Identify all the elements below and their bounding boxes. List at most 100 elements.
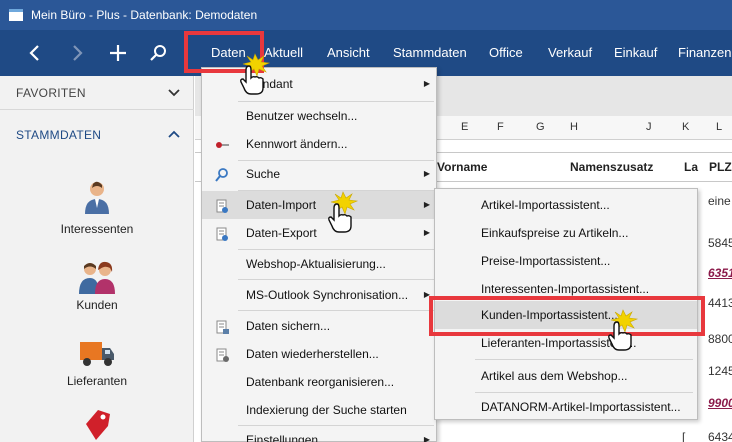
menu-item-label: Daten wiederherstellen... xyxy=(246,347,379,361)
menu-einkauf[interactable]: Einkauf xyxy=(614,30,657,76)
submenu-item-label: DATANORM-Artikel-Importassistent... xyxy=(481,400,681,414)
sidebar-item-label: Lieferanten xyxy=(66,374,128,388)
table-cell: 1245 xyxy=(708,364,732,378)
sidebar-item-artikel[interactable] xyxy=(0,406,194,442)
favorites-header[interactable]: FAVORITEN xyxy=(0,76,194,110)
menu-item-daten-wiederherstellen[interactable]: Daten wiederherstellen... xyxy=(202,340,436,368)
menu-verkauf[interactable]: Verkauf xyxy=(548,30,592,76)
restore-icon xyxy=(216,348,229,362)
menu-item-label: Daten-Import xyxy=(246,198,317,212)
people-icon xyxy=(79,261,115,294)
submenu-arrow-icon: ▶ xyxy=(423,290,430,299)
submenu-item-kunden-import[interactable]: Kunden-Importassistent... xyxy=(435,301,697,329)
menu-item-daten-import[interactable]: Daten-Import ▶ xyxy=(202,191,436,219)
menu-item-label: Webshop-Aktualisierung... xyxy=(246,257,386,271)
forward-button[interactable] xyxy=(62,38,92,68)
menu-item-daten-sichern[interactable]: Daten sichern... xyxy=(202,312,436,340)
truck-icon xyxy=(80,342,114,366)
menu-finanzen[interactable]: Finanzen xyxy=(678,30,731,76)
document-import-icon xyxy=(216,199,228,213)
menu-item-kennwort-aendern[interactable]: Kennwort ändern... xyxy=(202,130,436,158)
title-bar: Mein Büro - Plus - Datenbank: Demodaten xyxy=(0,0,732,30)
submenu-item-preise-import[interactable]: Preise-Importassistent... xyxy=(435,247,697,275)
submenu-item-datanorm-import[interactable]: DATANORM-Artikel-Importassistent... xyxy=(435,393,697,421)
menu-item-datenbank-reorganisieren[interactable]: Datenbank reorganisieren... xyxy=(202,368,436,396)
chevron-down-icon xyxy=(168,76,180,123)
stammdaten-header[interactable]: STAMMDATEN xyxy=(0,118,194,152)
submenu-item-einkaufspreise[interactable]: Einkaufspreise zu Artikeln... xyxy=(435,219,697,247)
submenu-item-artikel-webshop[interactable]: Artikel aus dem Webshop... xyxy=(435,362,697,390)
submenu-arrow-icon: ▶ xyxy=(423,228,430,237)
menu-item-suche[interactable]: Suche ▶ xyxy=(202,160,436,188)
daten-import-submenu: Artikel-Importassistent... Einkaufspreis… xyxy=(434,188,698,420)
person-icon xyxy=(85,181,109,214)
menu-item-label: Benutzer wechseln... xyxy=(246,109,358,123)
submenu-item-label: Einkaufspreise zu Artikeln... xyxy=(481,226,629,240)
header-namenszusatz[interactable]: Namenszusatz xyxy=(570,160,653,174)
separator xyxy=(238,310,434,311)
menu-item-benutzer-wechseln[interactable]: Benutzer wechseln... xyxy=(202,102,436,130)
submenu-arrow-icon: ▶ xyxy=(423,79,430,88)
table-cell-link[interactable]: 6351 xyxy=(708,266,732,280)
sidebar-item-interessenten[interactable]: Interessenten xyxy=(0,180,194,236)
submenu-item-label: Artikel-Importassistent... xyxy=(481,198,610,212)
hand-cursor-icon xyxy=(240,53,271,95)
menu-item-ms-outlook-sync[interactable]: MS-Outlook Synchronisation... ▶ xyxy=(202,281,436,309)
sidebar-item-kunden[interactable]: Kunden xyxy=(0,260,194,312)
separator xyxy=(238,279,434,280)
table-cell: [ xyxy=(682,430,686,442)
submenu-item-label: Preise-Importassistent... xyxy=(481,254,611,268)
menu-item-label: Suche xyxy=(246,167,281,181)
submenu-arrow-icon: ▶ xyxy=(423,200,430,209)
submenu-item-lieferanten-import[interactable]: Lieferanten-Importassistent... xyxy=(435,329,697,357)
window-title: Mein Büro - Plus - Datenbank: Demodaten xyxy=(31,8,258,22)
daten-dropdown-menu: Mandant ▶ Benutzer wechseln... Kennwort … xyxy=(201,67,437,442)
hand-cursor-icon xyxy=(608,309,639,351)
add-button[interactable] xyxy=(103,38,133,68)
header-la[interactable]: La xyxy=(684,160,698,174)
back-button[interactable] xyxy=(20,38,50,68)
submenu-arrow-icon: ▶ xyxy=(423,169,430,178)
col-letter: J xyxy=(646,121,652,133)
search-icon xyxy=(150,45,166,61)
search-button[interactable] xyxy=(143,38,173,68)
submenu-arrow-icon: ▶ xyxy=(423,435,430,442)
app-icon xyxy=(9,9,23,21)
magnifier-icon xyxy=(215,168,228,182)
submenu-item-artikel-import[interactable]: Artikel-Importassistent... xyxy=(435,191,697,219)
separator xyxy=(475,359,693,360)
menu-office[interactable]: Office xyxy=(489,30,523,76)
hand-cursor-icon xyxy=(328,191,359,233)
chevron-right-icon xyxy=(73,45,83,61)
col-letter: G xyxy=(536,121,545,133)
table-cell: 4413 xyxy=(708,296,732,310)
tag-icon xyxy=(86,410,110,440)
menu-item-daten-export[interactable]: Daten-Export ▶ xyxy=(202,219,436,247)
table-cell: 6434 xyxy=(708,430,732,442)
menu-item-indexierung-starten[interactable]: Indexierung der Suche starten xyxy=(202,396,436,424)
menu-item-webshop-aktualisierung[interactable]: Webshop-Aktualisierung... xyxy=(202,250,436,278)
menu-item-einstellungen[interactable]: Einstellungen ▶ xyxy=(202,426,436,442)
col-letter: F xyxy=(497,121,504,133)
menu-item-label: MS-Outlook Synchronisation... xyxy=(246,288,409,302)
submenu-item-label: Interessenten-Importassistent... xyxy=(481,282,650,296)
table-cell-link[interactable]: 9900 xyxy=(708,396,732,410)
col-letter: E xyxy=(461,121,469,133)
sidebar-item-lieferanten[interactable]: Lieferanten xyxy=(0,338,194,388)
plus-icon xyxy=(110,45,126,61)
submenu-item-label: Artikel aus dem Webshop... xyxy=(481,369,628,383)
table-cell: 5845 xyxy=(708,236,732,250)
table-cell: 8800 xyxy=(708,332,732,346)
menu-item-label: Daten-Export xyxy=(246,226,317,240)
menu-item-label: Kennwort ändern... xyxy=(246,137,348,151)
table-cell: eine xyxy=(708,194,731,208)
favorites-label: FAVORITEN xyxy=(16,86,86,100)
header-plz[interactable]: PLZ xyxy=(709,160,732,174)
header-vorname[interactable]: Vorname xyxy=(437,160,487,174)
backup-icon xyxy=(216,320,229,334)
col-letter: L xyxy=(716,121,723,133)
col-letter: H xyxy=(570,121,578,133)
col-letter: K xyxy=(682,121,690,133)
key-icon xyxy=(216,142,229,148)
submenu-item-interessenten-import[interactable]: Interessenten-Importassistent... xyxy=(435,275,697,303)
